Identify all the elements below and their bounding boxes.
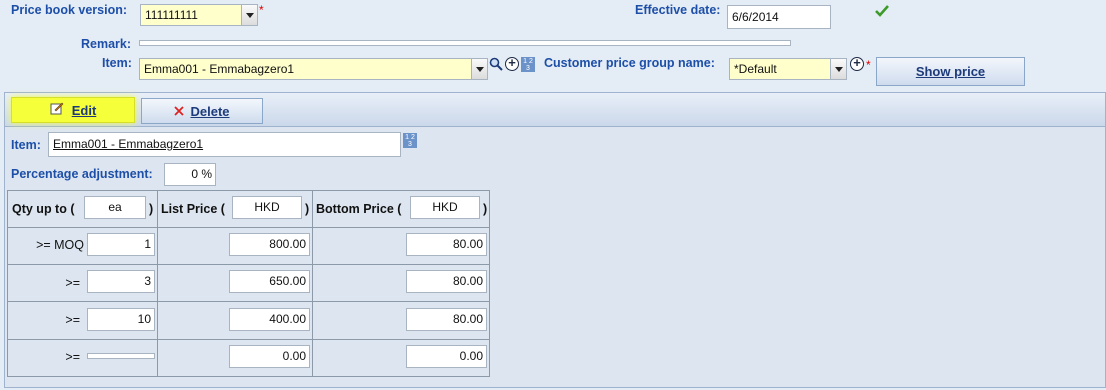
- number-sequence-icon[interactable]: 1 2 3: [403, 133, 417, 148]
- delete-button[interactable]: Delete: [141, 98, 263, 124]
- required-marker: *: [866, 58, 871, 72]
- customer-group-select[interactable]: *Default: [729, 58, 847, 80]
- row-qty-input[interactable]: 1: [87, 233, 155, 256]
- required-marker: *: [259, 3, 264, 17]
- row-bottom-price-input[interactable]: 80.00: [406, 308, 487, 331]
- close-paren: ): [305, 202, 310, 216]
- effective-date-value: 6/6/2014: [732, 10, 779, 24]
- row-bottom-price-input[interactable]: 80.00: [406, 233, 487, 256]
- search-icon[interactable]: [489, 57, 503, 74]
- percentage-adjustment-label: Percentage adjustment:: [11, 167, 153, 181]
- edit-label: Edit: [71, 102, 97, 118]
- edit-button[interactable]: Edit: [11, 97, 135, 123]
- chevron-down-icon[interactable]: [830, 59, 846, 79]
- table-divider: [312, 190, 313, 377]
- price-book-version-select[interactable]: 111111111: [140, 4, 258, 26]
- row-operator: >= MOQ: [36, 238, 84, 252]
- remark-label: Remark:: [81, 37, 132, 51]
- item-select[interactable]: Emma001 - Emmabagzero1: [139, 58, 488, 80]
- table-divider: [7, 339, 490, 340]
- detail-item-value: Emma001 - Emmabagzero1: [53, 137, 204, 151]
- add-group-icon[interactable]: +: [850, 56, 864, 71]
- percentage-adjustment-input[interactable]: 0 %: [164, 163, 216, 186]
- detail-item-field[interactable]: Emma001 - Emmabagzero1: [48, 132, 401, 157]
- list-price-header: List Price (: [161, 202, 225, 216]
- number-sequence-icon[interactable]: 1 2 3: [521, 57, 535, 72]
- table-divider: [7, 301, 490, 302]
- row-operator: >=: [65, 313, 80, 327]
- qty-unit-input[interactable]: ea: [84, 196, 146, 219]
- row-list-price-input[interactable]: 0.00: [229, 345, 310, 368]
- row-list-price-input[interactable]: 400.00: [229, 308, 310, 331]
- row-bottom-price-input[interactable]: 80.00: [406, 270, 487, 293]
- row-operator: >=: [65, 276, 80, 290]
- effective-date-label: Effective date:: [635, 3, 721, 17]
- row-list-price-input[interactable]: 650.00: [229, 270, 310, 293]
- row-operator: >=: [65, 350, 80, 364]
- row-list-price-input[interactable]: 800.00: [229, 233, 310, 256]
- item-label: Item:: [102, 56, 132, 70]
- table-divider: [7, 264, 490, 265]
- checkmark-icon[interactable]: [874, 4, 890, 21]
- row-qty-input[interactable]: 10: [87, 308, 155, 331]
- qty-header: Qty up to (: [12, 202, 75, 216]
- remark-input[interactable]: [139, 40, 791, 46]
- customer-group-value: *Default: [734, 62, 777, 76]
- row-qty-input[interactable]: [87, 353, 155, 359]
- table-divider: [157, 190, 158, 377]
- bottom-price-header: Bottom Price (: [316, 202, 402, 216]
- show-price-button[interactable]: Show price: [876, 57, 1025, 86]
- detail-item-label: Item:: [11, 138, 41, 152]
- row-qty-input[interactable]: 3: [87, 270, 155, 293]
- close-paren: ): [149, 202, 154, 216]
- customer-group-label: Customer price group name:: [544, 56, 715, 70]
- item-select-value: Emma001 - Emmabagzero1: [144, 62, 295, 76]
- delete-label: Delete: [190, 103, 230, 119]
- effective-date-input[interactable]: 6/6/2014: [727, 5, 831, 29]
- price-book-version-value: 111111111: [145, 8, 198, 22]
- close-paren: ): [483, 202, 488, 216]
- list-currency-input[interactable]: HKD: [232, 196, 302, 219]
- add-item-icon[interactable]: +: [505, 56, 519, 71]
- edit-icon: [50, 102, 64, 118]
- price-book-version-label: Price book version:: [11, 3, 128, 17]
- table-divider: [7, 227, 490, 228]
- row-bottom-price-input[interactable]: 0.00: [406, 345, 487, 368]
- chevron-down-icon[interactable]: [241, 5, 257, 25]
- delete-icon: [174, 104, 185, 119]
- chevron-down-icon[interactable]: [471, 59, 487, 79]
- bottom-currency-input[interactable]: HKD: [410, 196, 480, 219]
